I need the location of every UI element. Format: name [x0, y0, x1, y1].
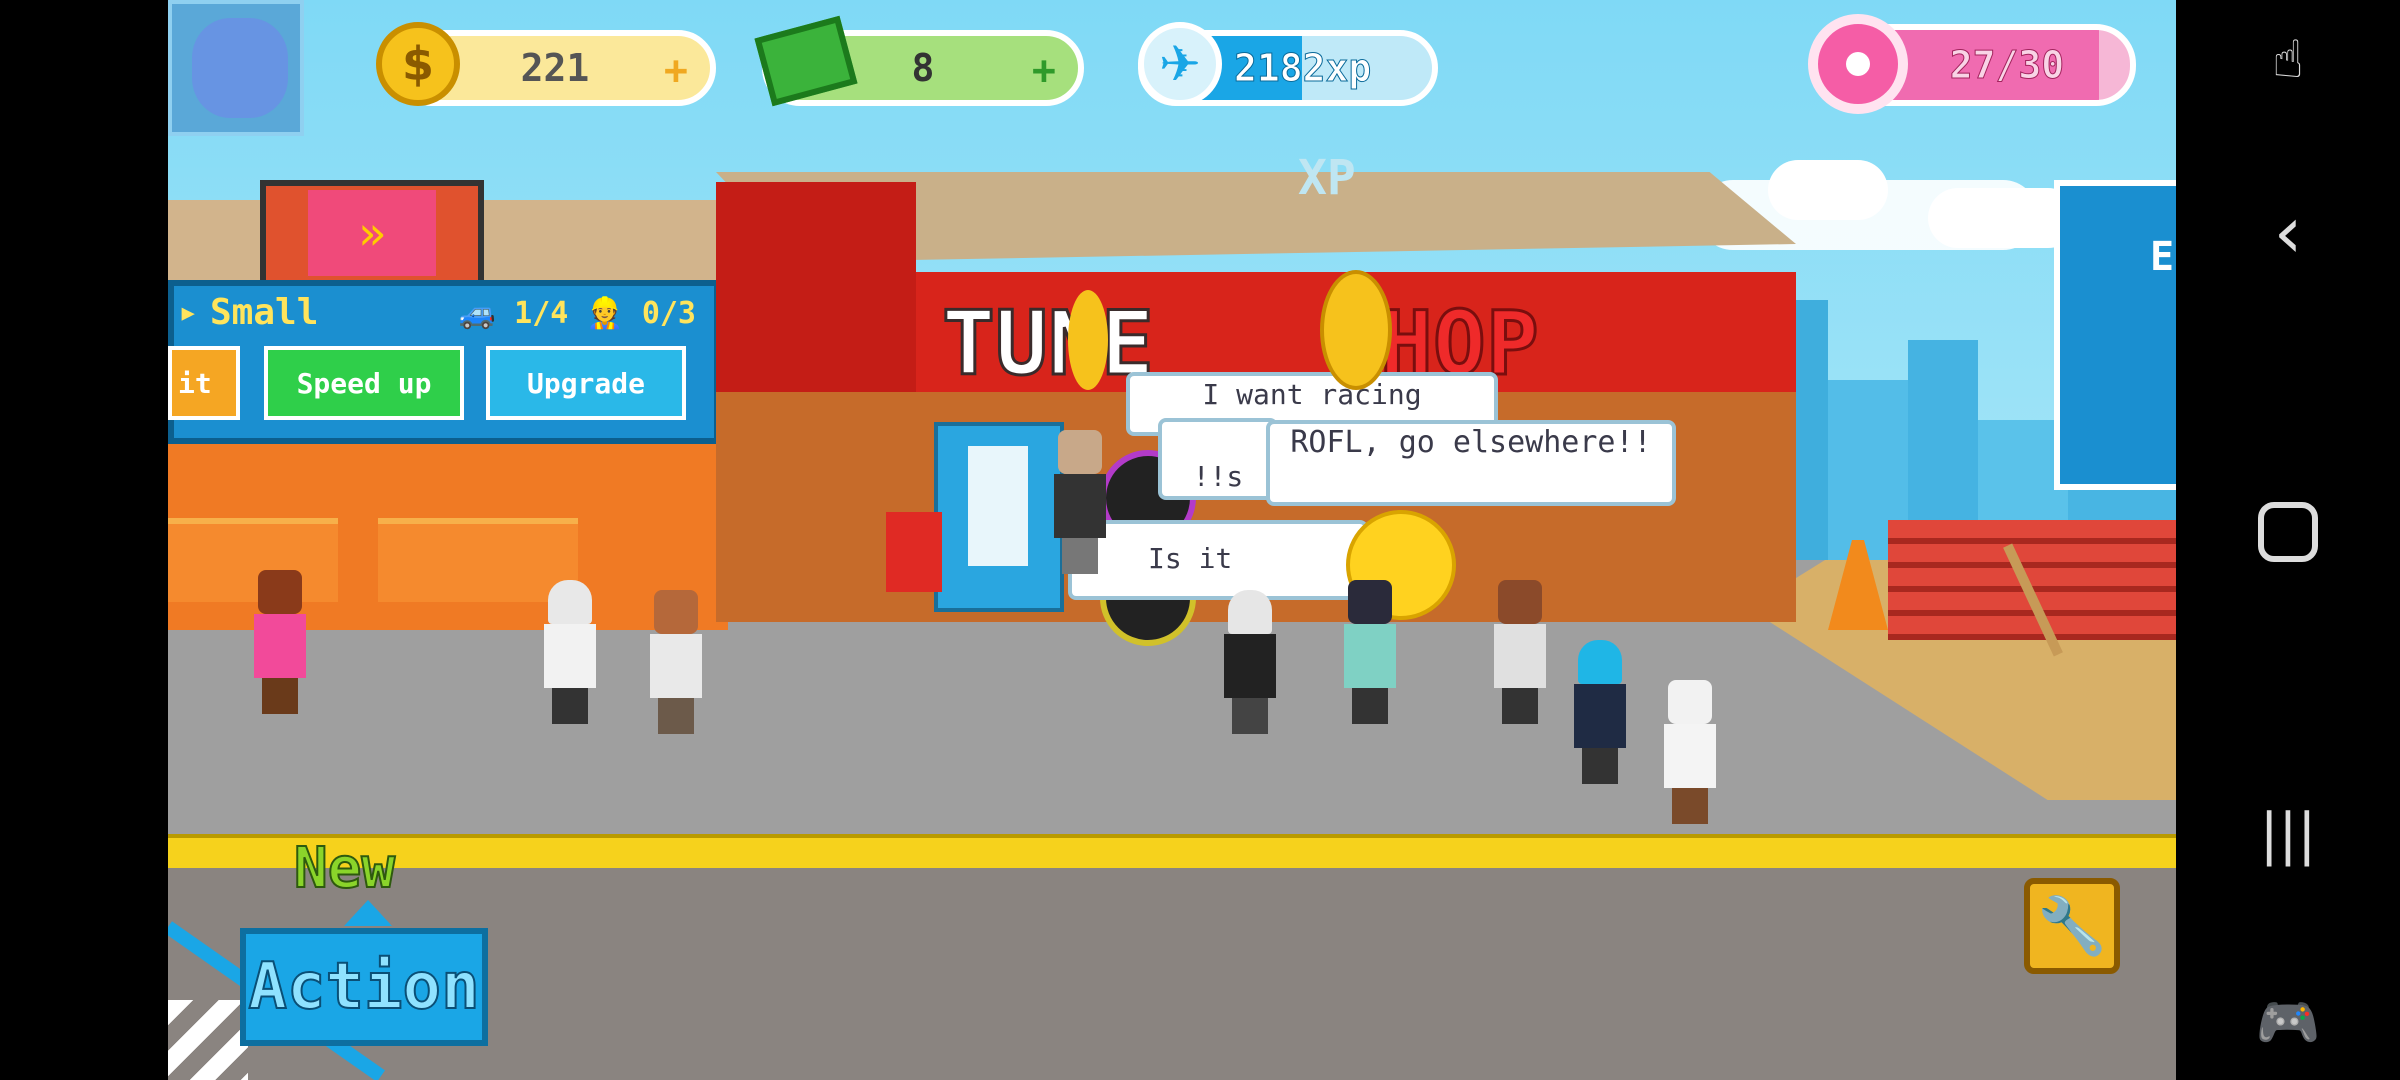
game-screen[interactable]: » ▸ Small 🚙 1/4 👷 0/3 it Speed up Upgrad…	[168, 0, 2176, 1080]
wrench-icon: 🔧	[2037, 894, 2107, 959]
worker-icon: 👷	[586, 296, 624, 331]
side-board[interactable]: E	[2054, 180, 2176, 490]
recents-icon[interactable]: |||	[2240, 786, 2336, 882]
add-cash-button[interactable]: +	[1032, 48, 1056, 94]
garage-capacity: 🚙 1/4 👷 0/3	[459, 296, 696, 331]
xp-count: 2182xp	[1233, 46, 1372, 91]
pedestrian[interactable]	[1048, 430, 1112, 580]
back-icon[interactable]: ‹	[2240, 184, 2336, 280]
pedestrian[interactable]	[1218, 590, 1282, 740]
car-icon: 🚙	[458, 296, 497, 331]
game-controller-icon[interactable]: 🎮	[2240, 974, 2336, 1070]
upgrade-button[interactable]: Upgrade	[486, 346, 686, 420]
sign-left: TUNE	[941, 291, 1156, 397]
wrench-button[interactable]: 🔧	[2024, 878, 2120, 974]
assistant-touch-icon[interactable]: ☝	[2240, 12, 2336, 108]
arrow-icon: ▸	[178, 292, 199, 332]
coin-icon	[1068, 290, 1108, 390]
stacked-barriers	[1888, 520, 2176, 640]
dollar-coin-icon: $	[376, 22, 460, 106]
donut-icon	[1808, 14, 1908, 114]
pedestrian[interactable]	[1338, 580, 1402, 730]
coin-count: 221	[520, 46, 590, 90]
plane-icon: ✈	[1138, 22, 1222, 106]
edit-button[interactable]: it	[168, 346, 240, 420]
pedestrian[interactable]	[644, 590, 708, 740]
speech-bubble: !!s	[1158, 418, 1278, 500]
floating-xp: XP	[1298, 150, 1356, 206]
crosswalk	[168, 1000, 248, 1080]
speech-bubble: ROFL, go elsewhere!!	[1266, 420, 1676, 506]
system-nav-bar: ☝ ‹ ||| 🎮	[2176, 0, 2400, 1080]
new-label: New	[293, 835, 396, 902]
garage-size-label: Small	[210, 292, 319, 333]
add-coins-button[interactable]: +	[664, 48, 688, 94]
curb	[168, 834, 2176, 872]
puzzle-icon	[192, 18, 288, 118]
garage-logo: »	[308, 190, 436, 276]
profile-avatar[interactable]	[168, 0, 304, 136]
car-capacity: 1/4	[514, 296, 569, 331]
pedestrian[interactable]	[538, 580, 602, 730]
side-board-letter: E	[2150, 234, 2175, 280]
pedestrian[interactable]	[248, 570, 312, 720]
pedestrian[interactable]	[1568, 640, 1632, 790]
donut-count: 27/30	[1949, 43, 2065, 88]
speech-bubble: Is it	[1068, 520, 1368, 600]
coin-icon	[1320, 270, 1392, 390]
new-action-button[interactable]: Action	[240, 928, 488, 1046]
garage-panel[interactable]: ▸ Small 🚙 1/4 👷 0/3 it Speed up Upgrade	[168, 280, 720, 444]
mailbox	[886, 512, 942, 592]
pedestrian[interactable]	[1488, 580, 1552, 730]
up-arrow-icon	[344, 900, 392, 926]
vending-machine[interactable]	[934, 422, 1064, 612]
pedestrian[interactable]	[1658, 680, 1722, 830]
home-icon[interactable]	[2240, 484, 2336, 580]
speed-up-button[interactable]: Speed up	[264, 346, 464, 420]
cash-count: 8	[911, 46, 935, 90]
worker-capacity: 0/3	[641, 296, 696, 331]
